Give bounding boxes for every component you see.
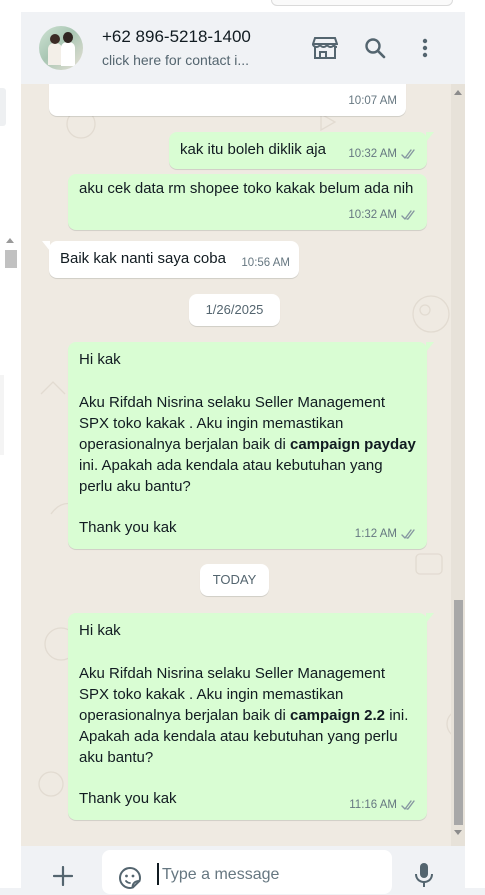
message-time: 11:16 AM [349, 799, 397, 811]
message-time: 10:56 AM [241, 257, 290, 269]
incoming-message[interactable]: Baik kak nanti saya coba 10:56 AM [42, 241, 299, 278]
search-icon[interactable] [355, 28, 395, 68]
microphone-icon[interactable] [414, 862, 434, 893]
top-toolbar-pill [271, 0, 453, 6]
message-text: kak itu boleh diklik aja [180, 141, 326, 158]
sticker-emoji-icon[interactable] [118, 866, 142, 895]
window-right-edge [465, 12, 485, 888]
message-bold-text: campaign 2.2 [289, 707, 386, 724]
double-check-icon [401, 149, 415, 159]
incoming-message[interactable]: 10:07 AM [49, 84, 406, 116]
message-time: 10:07 AM [348, 95, 397, 107]
message-pane-scrollbar[interactable] [451, 84, 465, 846]
browser-top-edge [21, 0, 485, 12]
outgoing-message[interactable]: kak itu boleh diklik aja 10:32 AM [169, 132, 434, 169]
double-check-icon [401, 210, 415, 220]
message-composer[interactable] [102, 850, 392, 894]
message-input[interactable] [162, 862, 382, 888]
date-separator: TODAY [200, 564, 269, 596]
chat-list-scrollbar-thumb[interactable] [5, 250, 17, 268]
contact-avatar[interactable] [39, 26, 83, 70]
outgoing-message[interactable]: Hi kak Aku Rifdah Nisrina selaku Seller … [68, 342, 434, 549]
double-check-icon [401, 800, 415, 810]
store-icon[interactable] [305, 28, 345, 68]
scroll-down-arrow[interactable] [454, 830, 462, 835]
date-separator: 1/26/2025 [189, 294, 280, 326]
scrollbar-thumb[interactable] [454, 600, 463, 825]
outgoing-message[interactable]: aku cek data rm shopee toko kakak belum … [68, 174, 427, 230]
outgoing-message[interactable]: Hi kak Aku Rifdah Nisrina selaku Seller … [68, 613, 434, 820]
message-text: Baik kak nanti saya coba [60, 250, 226, 267]
message-body: Aku Rifdah Nisrina selaku Seller Managem… [79, 394, 416, 495]
message-text: aku cek data rm shopee toko kakak belum … [79, 180, 414, 197]
more-vertical-icon[interactable] [405, 28, 445, 68]
chat-list-panel-edge [0, 0, 22, 888]
message-time: 1:12 AM [354, 528, 397, 540]
scroll-up-arrow[interactable] [454, 90, 462, 95]
message-body: Aku Rifdah Nisrina selaku Seller Managem… [79, 665, 409, 766]
message-time: 10:32 AM [348, 148, 397, 160]
contact-name: +62 896-5218-1400 [102, 27, 251, 46]
message-bold-text: campaign payday [289, 436, 416, 453]
message-greeting: Hi kak [79, 622, 121, 639]
chat-list-scroll-up-arrow[interactable] [6, 238, 14, 243]
message-time: 10:32 AM [348, 209, 397, 221]
plus-icon[interactable] [52, 865, 74, 891]
composer-bar [21, 846, 465, 894]
text-caret [157, 863, 159, 885]
chat-list-selected-item-edge[interactable] [0, 88, 6, 126]
double-check-icon [401, 529, 415, 539]
message-greeting: Hi kak [79, 351, 121, 368]
contact-info[interactable]: +62 896-5218-1400 click here for contact… [102, 26, 295, 70]
contact-subtitle: click here for contact i... [102, 52, 250, 68]
message-pane[interactable]: 10:07 AM kak itu boleh diklik aja 10:32 … [21, 84, 465, 846]
chat-list-item-edge[interactable] [0, 375, 4, 455]
chat-header[interactable]: +62 896-5218-1400 click here for contact… [21, 12, 465, 84]
